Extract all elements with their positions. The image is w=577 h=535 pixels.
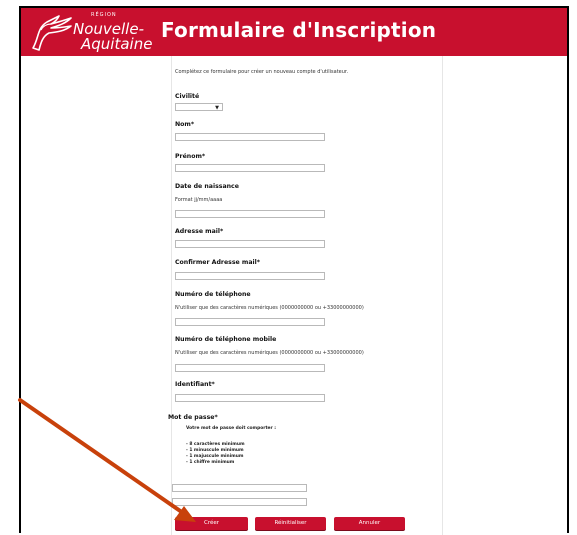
page-frame: RÉGION Nouvelle- Aquitaine Formulaire d'…: [19, 6, 569, 535]
logo-text-line2: Aquitaine: [81, 35, 153, 53]
password-rule: - 1 chiffre minimum: [186, 460, 235, 465]
identifiant-input[interactable]: [175, 394, 325, 402]
header-banner: RÉGION Nouvelle- Aquitaine Formulaire d'…: [21, 8, 567, 56]
phone-hint: N'utiliser que des caractères numériques…: [175, 305, 364, 311]
form-intro: Complétez ce formulaire pour créer un no…: [175, 69, 349, 75]
cancel-button[interactable]: Annuler: [334, 517, 405, 530]
birth-input[interactable]: [175, 210, 325, 218]
birth-label: Date de naissance: [175, 183, 239, 190]
password-label: Mot de passe*: [168, 414, 218, 421]
page-title: Formulaire d'Inscription: [161, 18, 437, 42]
phone-label: Numéro de téléphone: [175, 291, 251, 298]
prenom-input[interactable]: [175, 164, 325, 172]
email-label: Adresse mail*: [175, 228, 224, 235]
mobile-label: Numéro de téléphone mobile: [175, 336, 277, 343]
mobile-hint: N'utiliser que des caractères numériques…: [175, 350, 364, 356]
lion-emblem-icon: [32, 15, 72, 51]
password-input[interactable]: [172, 484, 307, 492]
password-intro: Votre mot de passe doit comporter :: [186, 426, 276, 431]
password-rule: - 1 minuscule minimum: [186, 448, 244, 453]
email-confirm-input[interactable]: [175, 272, 325, 280]
prenom-label: Prénom*: [175, 153, 206, 160]
caret-down-icon: ▼: [215, 105, 219, 111]
logo-region-text: RÉGION: [91, 12, 117, 18]
phone-input[interactable]: [175, 318, 325, 326]
email-input[interactable]: [175, 240, 325, 248]
password-rule: - 8 caractères minimum: [186, 442, 245, 447]
create-button[interactable]: Créer: [175, 517, 248, 530]
password-rule: - 1 majuscule minimum: [186, 454, 244, 459]
nom-label: Nom*: [175, 121, 195, 128]
identifiant-label: Identifiant*: [175, 381, 215, 388]
birth-hint: Format jj/mm/aaaa: [175, 197, 223, 203]
form-panel: Complétez ce formulaire pour créer un no…: [168, 56, 443, 535]
region-logo: RÉGION Nouvelle- Aquitaine: [29, 12, 159, 53]
password-confirm-input[interactable]: [172, 498, 307, 506]
reset-button[interactable]: Réinitialiser: [255, 517, 326, 530]
civilite-label: Civilité: [175, 93, 200, 100]
nom-input[interactable]: [175, 133, 325, 141]
civilite-select[interactable]: ▼: [175, 103, 223, 111]
mobile-input[interactable]: [175, 364, 325, 372]
email-confirm-label: Confirmer Adresse mail*: [175, 259, 260, 266]
